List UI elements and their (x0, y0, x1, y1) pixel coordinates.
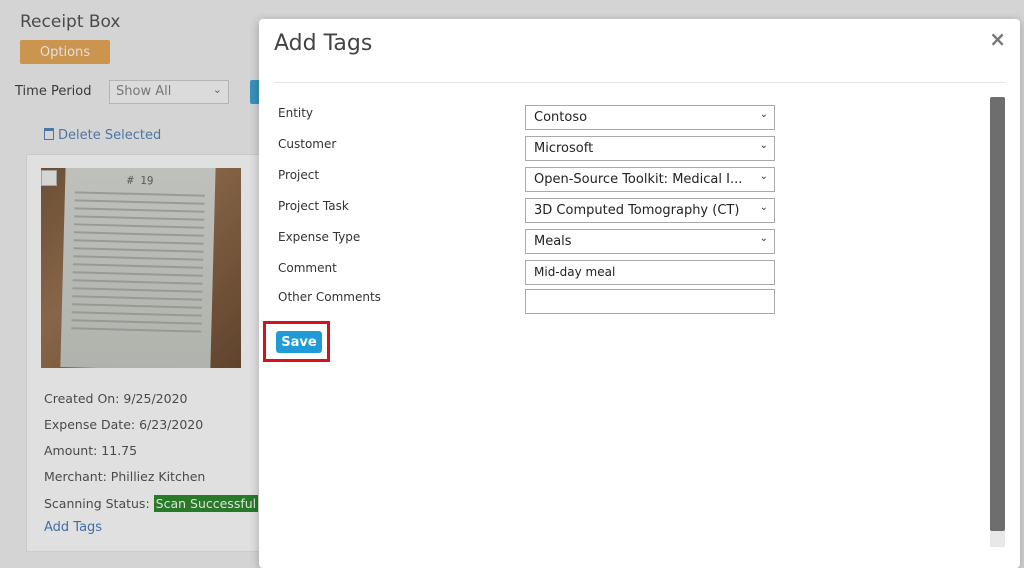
project-task-label: Project Task (278, 199, 349, 213)
chevron-down-icon: ⌄ (759, 140, 768, 151)
entity-value: Contoso (534, 110, 588, 125)
save-button[interactable]: Save (276, 331, 322, 353)
add-tags-modal: Add Tags × Entity Contoso ⌄ Customer Mic… (259, 19, 1020, 568)
customer-value: Microsoft (534, 141, 594, 156)
project-value: Open-Source Toolkit: Medical I... (534, 172, 743, 187)
chevron-down-icon: ⌄ (759, 171, 768, 182)
entity-select[interactable]: Contoso ⌄ (525, 105, 775, 130)
project-label: Project (278, 168, 320, 182)
project-select[interactable]: Open-Source Toolkit: Medical I... ⌄ (525, 167, 775, 192)
chevron-down-icon: ⌄ (759, 109, 768, 120)
customer-label: Customer (278, 137, 337, 151)
comment-label: Comment (278, 261, 337, 275)
modal-title: Add Tags (274, 31, 373, 56)
expense-type-label: Expense Type (278, 230, 361, 244)
scrollbar-thumb[interactable] (990, 97, 1005, 531)
expense-type-select[interactable]: Meals ⌄ (525, 229, 775, 254)
other-comments-input[interactable] (525, 289, 775, 314)
chevron-down-icon: ⌄ (759, 233, 768, 244)
close-icon[interactable]: × (989, 27, 1006, 51)
project-task-select[interactable]: 3D Computed Tomography (CT) ⌄ (525, 198, 775, 223)
chevron-down-icon: ⌄ (759, 202, 768, 213)
expense-type-value: Meals (534, 234, 572, 249)
customer-select[interactable]: Microsoft ⌄ (525, 136, 775, 161)
entity-label: Entity (278, 106, 314, 120)
project-task-value: 3D Computed Tomography (CT) (534, 203, 740, 218)
other-comments-label: Other Comments (278, 290, 381, 304)
comment-input[interactable]: Mid-day meal (525, 260, 775, 285)
modal-divider (274, 82, 1005, 83)
